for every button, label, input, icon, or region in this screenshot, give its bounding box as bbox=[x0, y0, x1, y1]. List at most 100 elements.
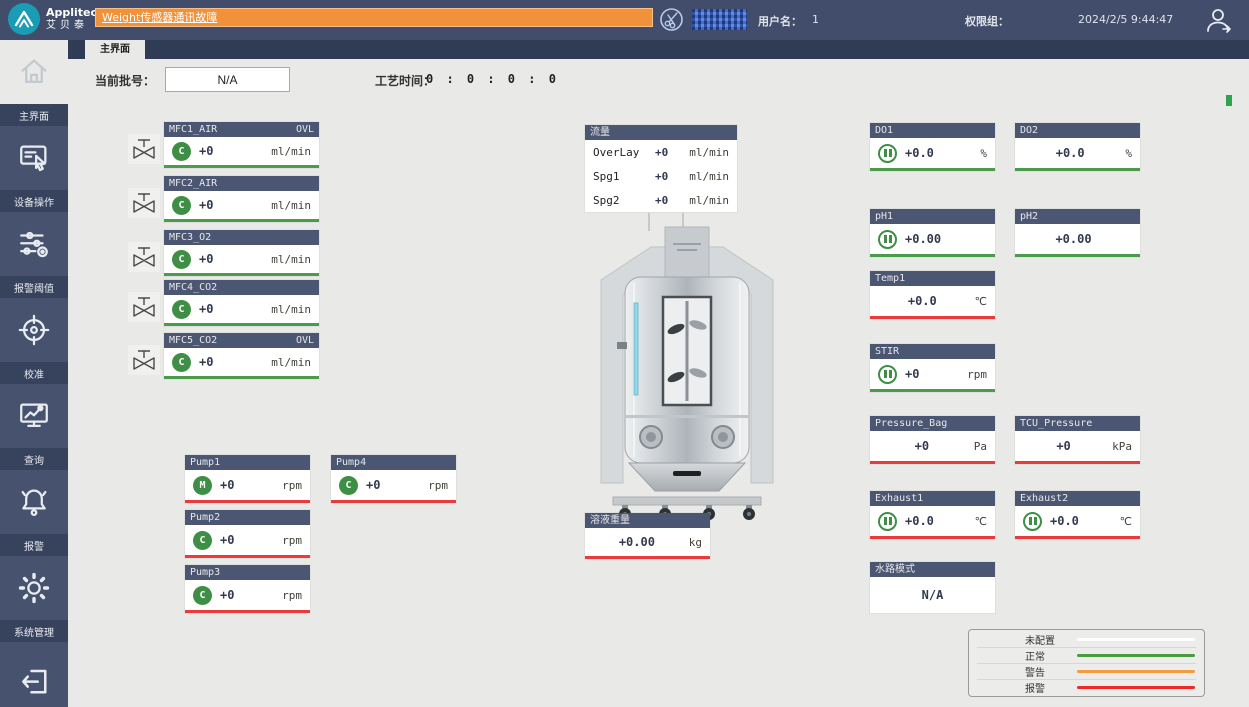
pump-value[interactable]: +0 bbox=[220, 478, 234, 492]
mode-indicator[interactable]: C bbox=[172, 142, 191, 161]
user-switch-icon[interactable] bbox=[1203, 5, 1233, 35]
mfc-value[interactable]: +0 bbox=[199, 302, 213, 316]
batch-input[interactable] bbox=[165, 67, 290, 92]
mfc4-block: MFC4_CO2 C+0ml/min bbox=[128, 280, 319, 326]
panel-title: MFC2_AIR bbox=[169, 176, 217, 191]
valve-icon[interactable] bbox=[128, 188, 160, 218]
gear-icon bbox=[0, 556, 68, 620]
mfc-value[interactable]: +0 bbox=[199, 252, 213, 266]
flow-name: Spg1 bbox=[593, 170, 655, 183]
sensor-value[interactable]: +0.0 bbox=[1050, 514, 1079, 528]
legend-row: 警告 bbox=[977, 663, 1196, 679]
sensor-value[interactable]: +0.0 bbox=[905, 514, 934, 528]
sensor-unit: % bbox=[1125, 147, 1132, 160]
mode-indicator[interactable]: C bbox=[339, 476, 358, 495]
valve-icon[interactable] bbox=[128, 292, 160, 322]
tab-bar: 主界面 bbox=[68, 40, 1249, 59]
mfc1-block: MFC1_AIROVL C+0ml/min bbox=[128, 122, 319, 168]
pause-icon[interactable] bbox=[878, 512, 897, 531]
mode-indicator[interactable]: C bbox=[172, 353, 191, 372]
sensor-unit: rpm bbox=[967, 368, 987, 381]
mfc2-panel: MFC2_AIR C+0ml/min bbox=[164, 176, 319, 222]
flow-unit: ml/min bbox=[689, 194, 729, 207]
alarm-mute-icon[interactable] bbox=[659, 7, 684, 32]
valve-icon[interactable] bbox=[128, 242, 160, 272]
sidebar-item-main-screen[interactable]: 主界面 bbox=[0, 40, 68, 126]
pump-unit: rpm bbox=[282, 479, 302, 492]
alarm-bell-icon bbox=[0, 470, 68, 534]
mode-indicator[interactable]: C bbox=[193, 586, 212, 605]
panel-header: TCU_Pressure bbox=[1015, 416, 1140, 431]
panel-header: Pump1 bbox=[185, 455, 310, 470]
valve-icon[interactable] bbox=[128, 345, 160, 375]
sidebar-item-alarm[interactable]: 报警 bbox=[0, 470, 68, 556]
status-underline bbox=[870, 461, 995, 464]
sidebar-item-query[interactable]: 查询 bbox=[0, 384, 68, 470]
panel-title: Pressure_Bag bbox=[875, 416, 947, 431]
sensor-value[interactable]: +0 bbox=[905, 367, 919, 381]
pause-icon[interactable] bbox=[1023, 512, 1042, 531]
pump1-panel: Pump1 M +0 rpm bbox=[185, 455, 310, 503]
status-underline bbox=[870, 536, 995, 539]
stir-panel: STIR +0rpm bbox=[870, 344, 995, 392]
ph1-panel: pH1 +0.00 bbox=[870, 209, 995, 257]
pump-value[interactable]: +0 bbox=[366, 478, 380, 492]
flow-row-overlay: OverLay +0 ml/min bbox=[585, 140, 737, 164]
panel-title: Temp1 bbox=[875, 271, 905, 286]
panel-header: MFC5_CO2OVL bbox=[164, 333, 319, 348]
panel-title: MFC5_CO2 bbox=[169, 333, 217, 348]
mode-indicator[interactable]: C bbox=[172, 196, 191, 215]
panel-title: 溶液重量 bbox=[590, 513, 630, 528]
flow-panel: 流量 OverLay +0 ml/min Spg1 +0 ml/min Spg2… bbox=[585, 125, 737, 212]
sidebar-item-system-management[interactable]: 系统管理 bbox=[0, 556, 68, 642]
pressure-bag-panel: Pressure_Bag +0Pa bbox=[870, 416, 995, 464]
mfc-value[interactable]: +0 bbox=[199, 144, 213, 158]
tab-main-screen[interactable]: 主界面 bbox=[85, 40, 145, 59]
sidebar-item-device-operation[interactable]: 设备操作 bbox=[0, 126, 68, 212]
panel-title: DO2 bbox=[1020, 123, 1038, 138]
panel-header: Exhaust2 bbox=[1015, 491, 1140, 506]
sensor-value[interactable]: +0.0 bbox=[905, 146, 934, 160]
legend-line-warning bbox=[1077, 670, 1195, 673]
pause-icon[interactable] bbox=[878, 230, 897, 249]
alarm-threshold-icon bbox=[0, 212, 68, 276]
panel-title: Pump3 bbox=[190, 565, 220, 580]
pause-icon[interactable] bbox=[878, 144, 897, 163]
status-underline bbox=[331, 500, 456, 503]
legend-line-alarm bbox=[1077, 686, 1195, 689]
panel-header: Exhaust1 bbox=[870, 491, 995, 506]
status-underline bbox=[185, 610, 310, 613]
trend-query-icon bbox=[0, 384, 68, 448]
mode-indicator[interactable]: C bbox=[193, 531, 212, 550]
status-underline bbox=[164, 219, 319, 222]
pump-value[interactable]: +0 bbox=[220, 588, 234, 602]
panel-header: pH2 bbox=[1015, 209, 1140, 224]
panel-header: DO2 bbox=[1015, 123, 1140, 138]
panel-header: MFC4_CO2 bbox=[164, 280, 319, 295]
mode-indicator[interactable]: C bbox=[172, 250, 191, 269]
batch-label: 当前批号： bbox=[95, 72, 155, 89]
alarm-banner[interactable]: Weight传感器通讯故障 bbox=[95, 8, 653, 27]
pause-icon[interactable] bbox=[878, 365, 897, 384]
mfc-value[interactable]: +0 bbox=[199, 198, 213, 212]
pump2-panel: Pump2 C+0rpm bbox=[185, 510, 310, 558]
status-underline bbox=[164, 323, 319, 326]
ovl-badge: OVL bbox=[296, 122, 314, 137]
mode-indicator[interactable]: M bbox=[193, 476, 212, 495]
home-icon bbox=[0, 40, 68, 104]
logout-exit-icon[interactable] bbox=[0, 661, 68, 701]
sidebar-item-alarm-threshold[interactable]: 报警阈值 bbox=[0, 212, 68, 298]
username-label: 用户名： bbox=[758, 13, 802, 29]
mfc2-block: MFC2_AIR C+0ml/min bbox=[128, 176, 319, 222]
mfc-value[interactable]: +0 bbox=[199, 355, 213, 369]
calibration-crosshair-icon bbox=[0, 298, 68, 362]
sidebar-item-label: 设备操作 bbox=[0, 190, 68, 212]
pump-value[interactable]: +0 bbox=[220, 533, 234, 547]
mfc5-panel: MFC5_CO2OVL C+0ml/min bbox=[164, 333, 319, 379]
edge-status-indicator bbox=[1226, 95, 1232, 106]
mode-indicator[interactable]: C bbox=[172, 300, 191, 319]
weight-unit: kg bbox=[689, 536, 702, 549]
sidebar-item-calibration[interactable]: 校准 bbox=[0, 298, 68, 384]
valve-icon[interactable] bbox=[128, 134, 160, 164]
sensor-value[interactable]: +0.00 bbox=[905, 232, 941, 246]
